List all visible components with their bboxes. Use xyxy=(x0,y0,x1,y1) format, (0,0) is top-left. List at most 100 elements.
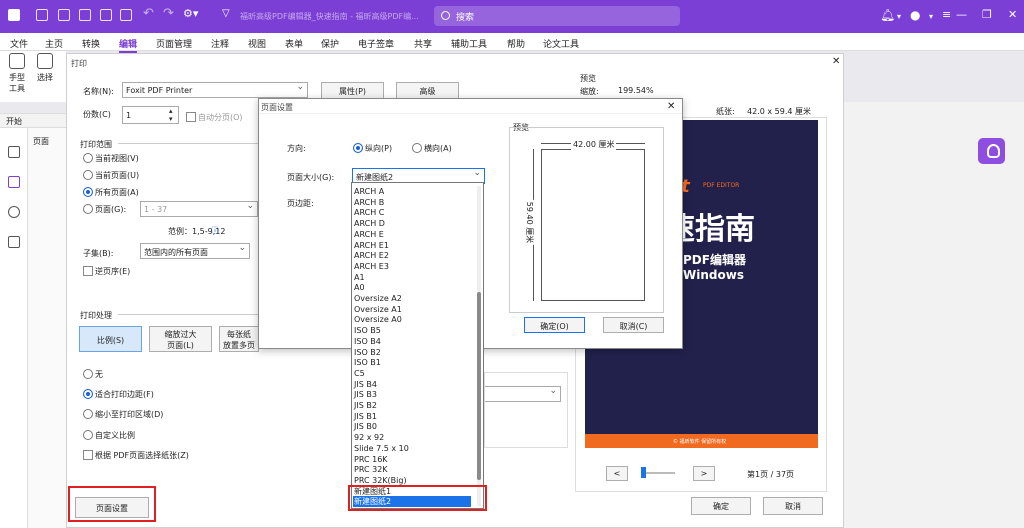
search-input[interactable]: 搜索 xyxy=(434,6,680,26)
menu-protect[interactable]: 保护 xyxy=(321,37,339,50)
dropdown-scrollbar[interactable] xyxy=(477,186,481,506)
page-size-option[interactable]: Slide 7.5 x 10 xyxy=(354,443,409,454)
account-icon[interactable]: ● xyxy=(910,8,920,22)
open-folder-icon[interactable] xyxy=(36,9,48,21)
subset-select[interactable]: 范围内的所有页面 xyxy=(140,243,250,259)
collate-checkbox[interactable]: 自动分页(O) xyxy=(186,112,243,123)
page-size-option[interactable]: JIS B0 xyxy=(354,421,377,432)
menu-assist-tools[interactable]: 辅助工具 xyxy=(451,37,487,50)
page-size-option[interactable]: JIS B1 xyxy=(354,411,377,422)
bookmark-icon[interactable] xyxy=(8,146,20,158)
preview-next-button[interactable]: > xyxy=(693,466,715,481)
radio-shrink-to-area[interactable]: 缩小至打印区域(D) xyxy=(83,409,163,420)
hand-tool-button[interactable]: 手型 工具 xyxy=(2,53,32,94)
page-size-option[interactable]: JIS B2 xyxy=(354,400,377,411)
radio-all-pages[interactable]: 所有页面(A) xyxy=(83,187,139,198)
page-setup-cancel-button[interactable]: 取消(C) xyxy=(603,317,664,333)
page-size-option[interactable]: ISO B2 xyxy=(354,347,381,358)
page-size-option[interactable]: 92 x 92 xyxy=(354,432,384,443)
page-size-option[interactable]: JIS B3 xyxy=(354,389,377,400)
tab-scale-button[interactable]: 比例(S) xyxy=(79,326,142,352)
print-ok-button[interactable]: 确定 xyxy=(691,497,751,515)
menu-icon[interactable]: ≡ xyxy=(942,8,951,21)
attachment-icon[interactable] xyxy=(8,236,20,248)
printer-advanced-button[interactable]: 高级 xyxy=(396,82,459,99)
menu-page-management[interactable]: 页面管理 xyxy=(156,37,192,50)
menu-form[interactable]: 表单 xyxy=(285,37,303,50)
restore-icon[interactable]: ❐ xyxy=(982,8,992,21)
ai-assistant-icon[interactable] xyxy=(978,138,1005,164)
menu-help[interactable]: 帮助 xyxy=(507,37,525,50)
new-doc-icon[interactable] xyxy=(120,9,132,21)
minimize-icon[interactable]: — xyxy=(956,8,967,21)
radio-scale-none[interactable]: 无 xyxy=(83,369,103,380)
page-size-option[interactable]: ARCH E3 xyxy=(354,261,389,272)
redo-icon[interactable]: ↷ xyxy=(163,6,174,21)
page-size-option[interactable]: ISO B5 xyxy=(354,325,381,336)
preview-slider-thumb[interactable] xyxy=(641,467,646,478)
page-size-option[interactable]: ARCH D xyxy=(354,218,385,229)
select-tool-button[interactable]: 选择 xyxy=(30,53,60,83)
menu-esign[interactable]: 电子签章 xyxy=(358,37,394,50)
page-size-option[interactable]: ISO B4 xyxy=(354,336,381,347)
page-size-option[interactable]: A1 xyxy=(354,272,365,283)
page-size-option[interactable]: ARCH A xyxy=(354,186,384,197)
customize-icon[interactable]: ▽ xyxy=(222,8,230,19)
dropdown-scrollbar-thumb[interactable] xyxy=(477,292,481,480)
radio-custom-scale[interactable]: 自定义比例 xyxy=(83,430,135,441)
page-size-option[interactable]: C5 xyxy=(354,368,365,379)
pages-range-input[interactable]: 1 - 37 xyxy=(140,201,258,217)
pages-icon[interactable] xyxy=(8,176,20,188)
page-size-option[interactable]: ARCH E2 xyxy=(354,250,389,261)
menu-file[interactable]: 文件 xyxy=(10,37,28,50)
page-setup-close-icon[interactable]: ✕ xyxy=(667,101,675,112)
choose-paper-checkbox[interactable]: 根据 PDF页面选择纸张(Z) xyxy=(83,450,189,461)
reverse-order-checkbox[interactable]: 逆页序(E) xyxy=(83,266,130,277)
account-dropdown-icon[interactable]: ▾ xyxy=(929,12,933,21)
page-size-option[interactable]: Oversize A0 xyxy=(354,314,402,325)
menu-home[interactable]: 主页 xyxy=(45,37,63,50)
bell-icon[interactable]: 🔔︎ xyxy=(880,8,895,22)
print-cancel-button[interactable]: 取消 xyxy=(763,497,823,515)
bell-dropdown-icon[interactable]: ▾ xyxy=(897,12,901,21)
page-setup-ok-button[interactable]: 确定(O) xyxy=(524,317,585,333)
tab-fit-oversize-button[interactable]: 缩放过大 页面(L) xyxy=(149,326,212,352)
page-size-option[interactable]: PRC 32K xyxy=(354,464,388,475)
export-icon[interactable] xyxy=(100,9,112,21)
print-close-icon[interactable]: ✕ xyxy=(832,56,840,67)
page-size-dropdown-list[interactable]: ARCH A ARCH B ARCH C ARCH D ARCH E ARCH E1 ARC… xyxy=(351,182,484,509)
page-size-option[interactable]: Oversize A1 xyxy=(354,304,402,315)
start-tab[interactable]: 开始 xyxy=(0,113,66,128)
menu-edit[interactable]: 编辑 xyxy=(119,37,138,53)
save-icon[interactable] xyxy=(58,9,70,21)
page-size-option[interactable]: A0 xyxy=(354,282,365,293)
printer-select[interactable]: Foxit PDF Printer xyxy=(122,82,308,98)
preview-prev-button[interactable]: < xyxy=(606,466,628,481)
page-size-option[interactable]: PRC 16K xyxy=(354,454,388,465)
page-size-option[interactable]: ARCH E1 xyxy=(354,240,389,251)
copies-input[interactable]: 1 ▴ ▾ xyxy=(122,106,179,124)
radio-current-view[interactable]: 当前视图(V) xyxy=(83,153,139,164)
radio-pages[interactable]: 页面(G): xyxy=(83,204,126,215)
menu-thesis-tools[interactable]: 论文工具 xyxy=(543,37,579,50)
printer-properties-button[interactable]: 属性(P) xyxy=(321,82,384,99)
page-size-option[interactable]: Oversize A2 xyxy=(354,293,402,304)
menu-comment[interactable]: 注释 xyxy=(211,37,229,50)
comment-icon[interactable] xyxy=(8,206,20,218)
print-icon[interactable] xyxy=(79,9,91,21)
info-icon[interactable]: ⓘ xyxy=(211,225,219,236)
page-size-option[interactable]: ARCH E xyxy=(354,229,384,240)
copies-stepper-icon[interactable]: ▴ ▾ xyxy=(169,107,173,123)
radio-fit-margins[interactable]: 适合打印边距(F) xyxy=(83,389,154,400)
tab-multiple-pages-button[interactable]: 每张纸 放置多页 xyxy=(219,326,259,352)
radio-current-page[interactable]: 当前页面(U) xyxy=(83,170,139,181)
menu-share[interactable]: 共享 xyxy=(414,37,432,50)
page-size-option[interactable]: ARCH B xyxy=(354,197,384,208)
menu-convert[interactable]: 转换 xyxy=(82,37,100,50)
page-size-option[interactable]: ARCH C xyxy=(354,207,384,218)
radio-landscape[interactable]: 横向(A) xyxy=(412,143,452,154)
radio-portrait[interactable]: 纵向(P) xyxy=(353,143,392,154)
page-size-option[interactable]: JIS B4 xyxy=(354,379,377,390)
stamp-dropdown-icon[interactable]: ⚙▾ xyxy=(183,7,198,20)
page-size-option[interactable]: ISO B1 xyxy=(354,357,381,368)
